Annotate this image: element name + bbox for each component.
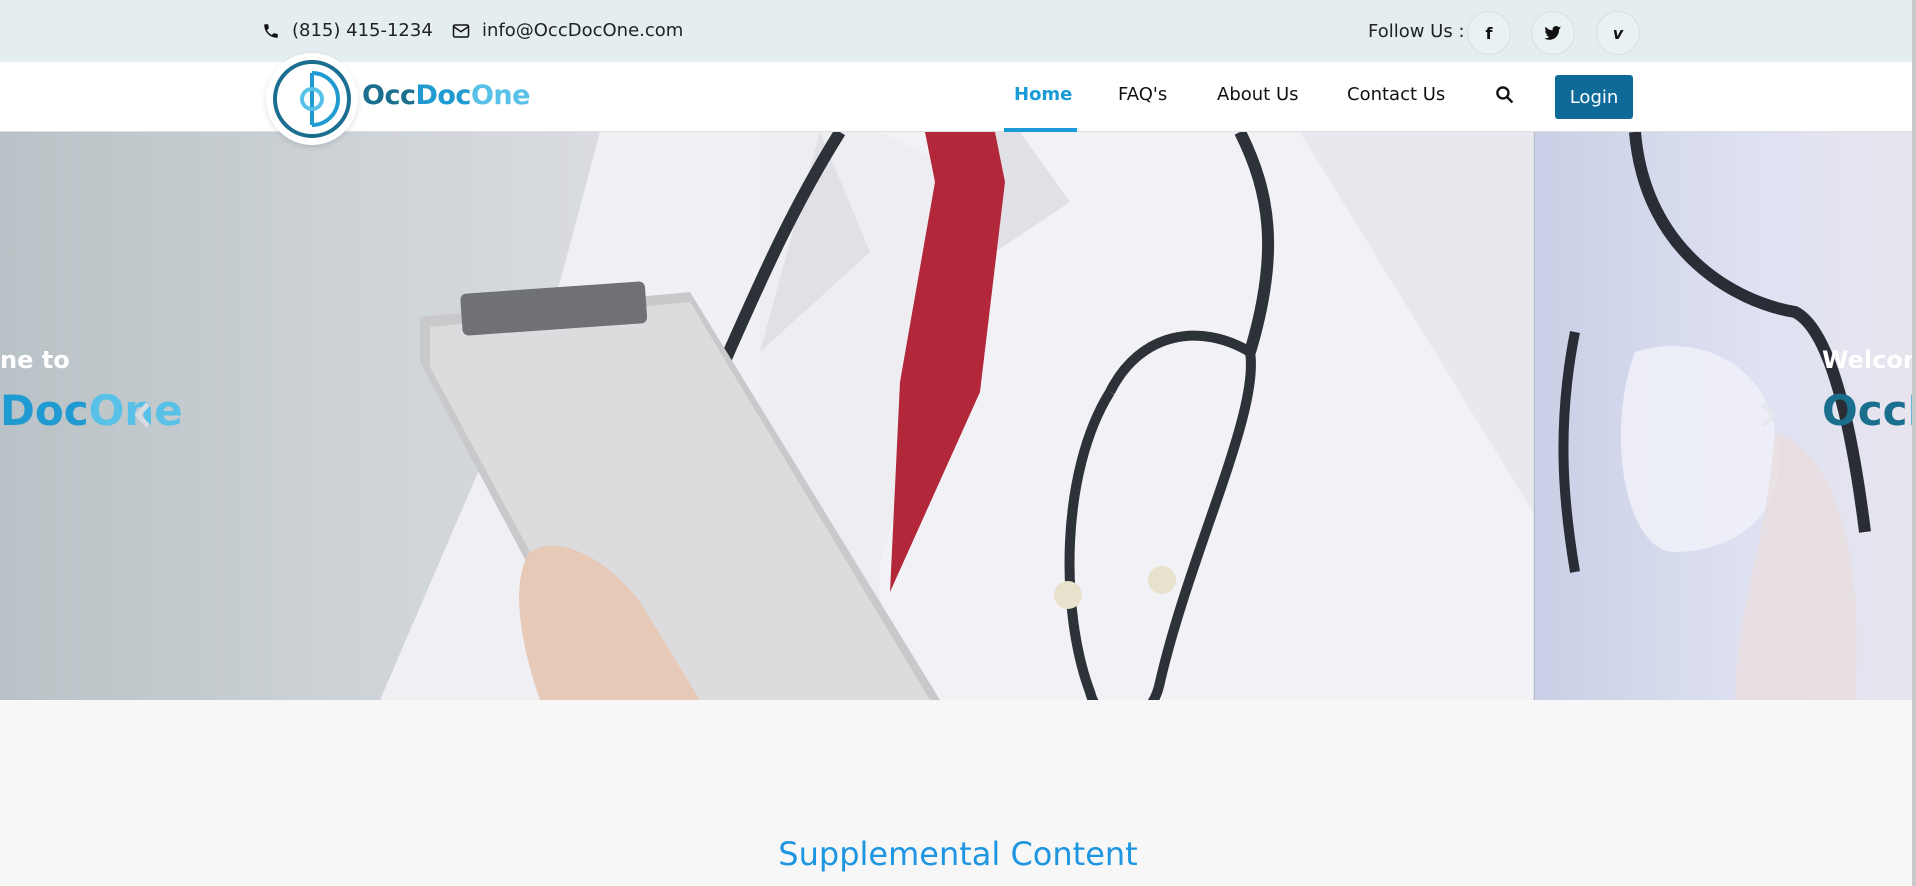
email-contact[interactable]: info@OccDocOne.com: [452, 20, 683, 41]
phone-icon: [264, 23, 278, 38]
doctor-with-tablet-image: [380, 132, 1533, 700]
hero-slider: ne to DocOne Welcon OccD: [0, 132, 1916, 700]
brand-doc: Doc: [415, 80, 471, 111]
top-bar: (815) 415-1234 info@OccDocOne.com Follow…: [0, 0, 1916, 62]
hero-next-title: Welcon: [1822, 346, 1916, 374]
slider-prev-button[interactable]: [132, 400, 154, 430]
brand-occ: Occ: [362, 80, 416, 111]
hero-slide-current: ne to DocOne: [0, 132, 1533, 700]
hero-slide-brand: DocOne: [0, 386, 183, 435]
facebook-icon: f: [1485, 23, 1493, 43]
follow-us-label: Follow Us :: [1368, 21, 1465, 42]
chevron-right-icon: [1761, 402, 1777, 428]
facebook-link[interactable]: f: [1467, 11, 1511, 55]
logo-mark-icon: [273, 60, 351, 138]
vimeo-icon: v: [1612, 23, 1624, 43]
hero-next-brand: OccD: [1822, 386, 1916, 435]
envelope-icon: [452, 23, 470, 38]
hero-next-occ: Occ: [1822, 386, 1908, 435]
twitter-icon: [1544, 25, 1562, 40]
search-button[interactable]: [1495, 85, 1514, 108]
chevron-left-icon: [134, 402, 150, 428]
nav-home[interactable]: Home: [1014, 84, 1072, 105]
nav-contact-us[interactable]: Contact Us: [1347, 84, 1445, 105]
phone-number: (815) 415-1234: [292, 20, 433, 41]
brand-one: One: [470, 80, 531, 111]
hero-brand-doc: Doc: [0, 386, 89, 435]
hero-slide-next: Welcon OccD: [1534, 132, 1916, 700]
logo[interactable]: [266, 53, 358, 145]
phone-contact[interactable]: (815) 415-1234: [262, 20, 433, 41]
nav-about-us[interactable]: About Us: [1217, 84, 1299, 105]
supplemental-content-heading: Supplemental Content: [778, 835, 1138, 873]
nav-faq[interactable]: FAQ's: [1118, 84, 1167, 105]
slider-next-button[interactable]: [1757, 400, 1779, 430]
hero-slide-title: ne to: [0, 346, 70, 374]
vimeo-link[interactable]: v: [1596, 11, 1640, 55]
email-address: info@OccDocOne.com: [482, 20, 684, 41]
search-icon: [1496, 86, 1514, 104]
login-button[interactable]: Login: [1555, 75, 1633, 119]
twitter-link[interactable]: [1531, 11, 1575, 55]
brand-name[interactable]: OccDocOne: [362, 80, 530, 111]
page-scrollbar[interactable]: [1912, 0, 1916, 886]
